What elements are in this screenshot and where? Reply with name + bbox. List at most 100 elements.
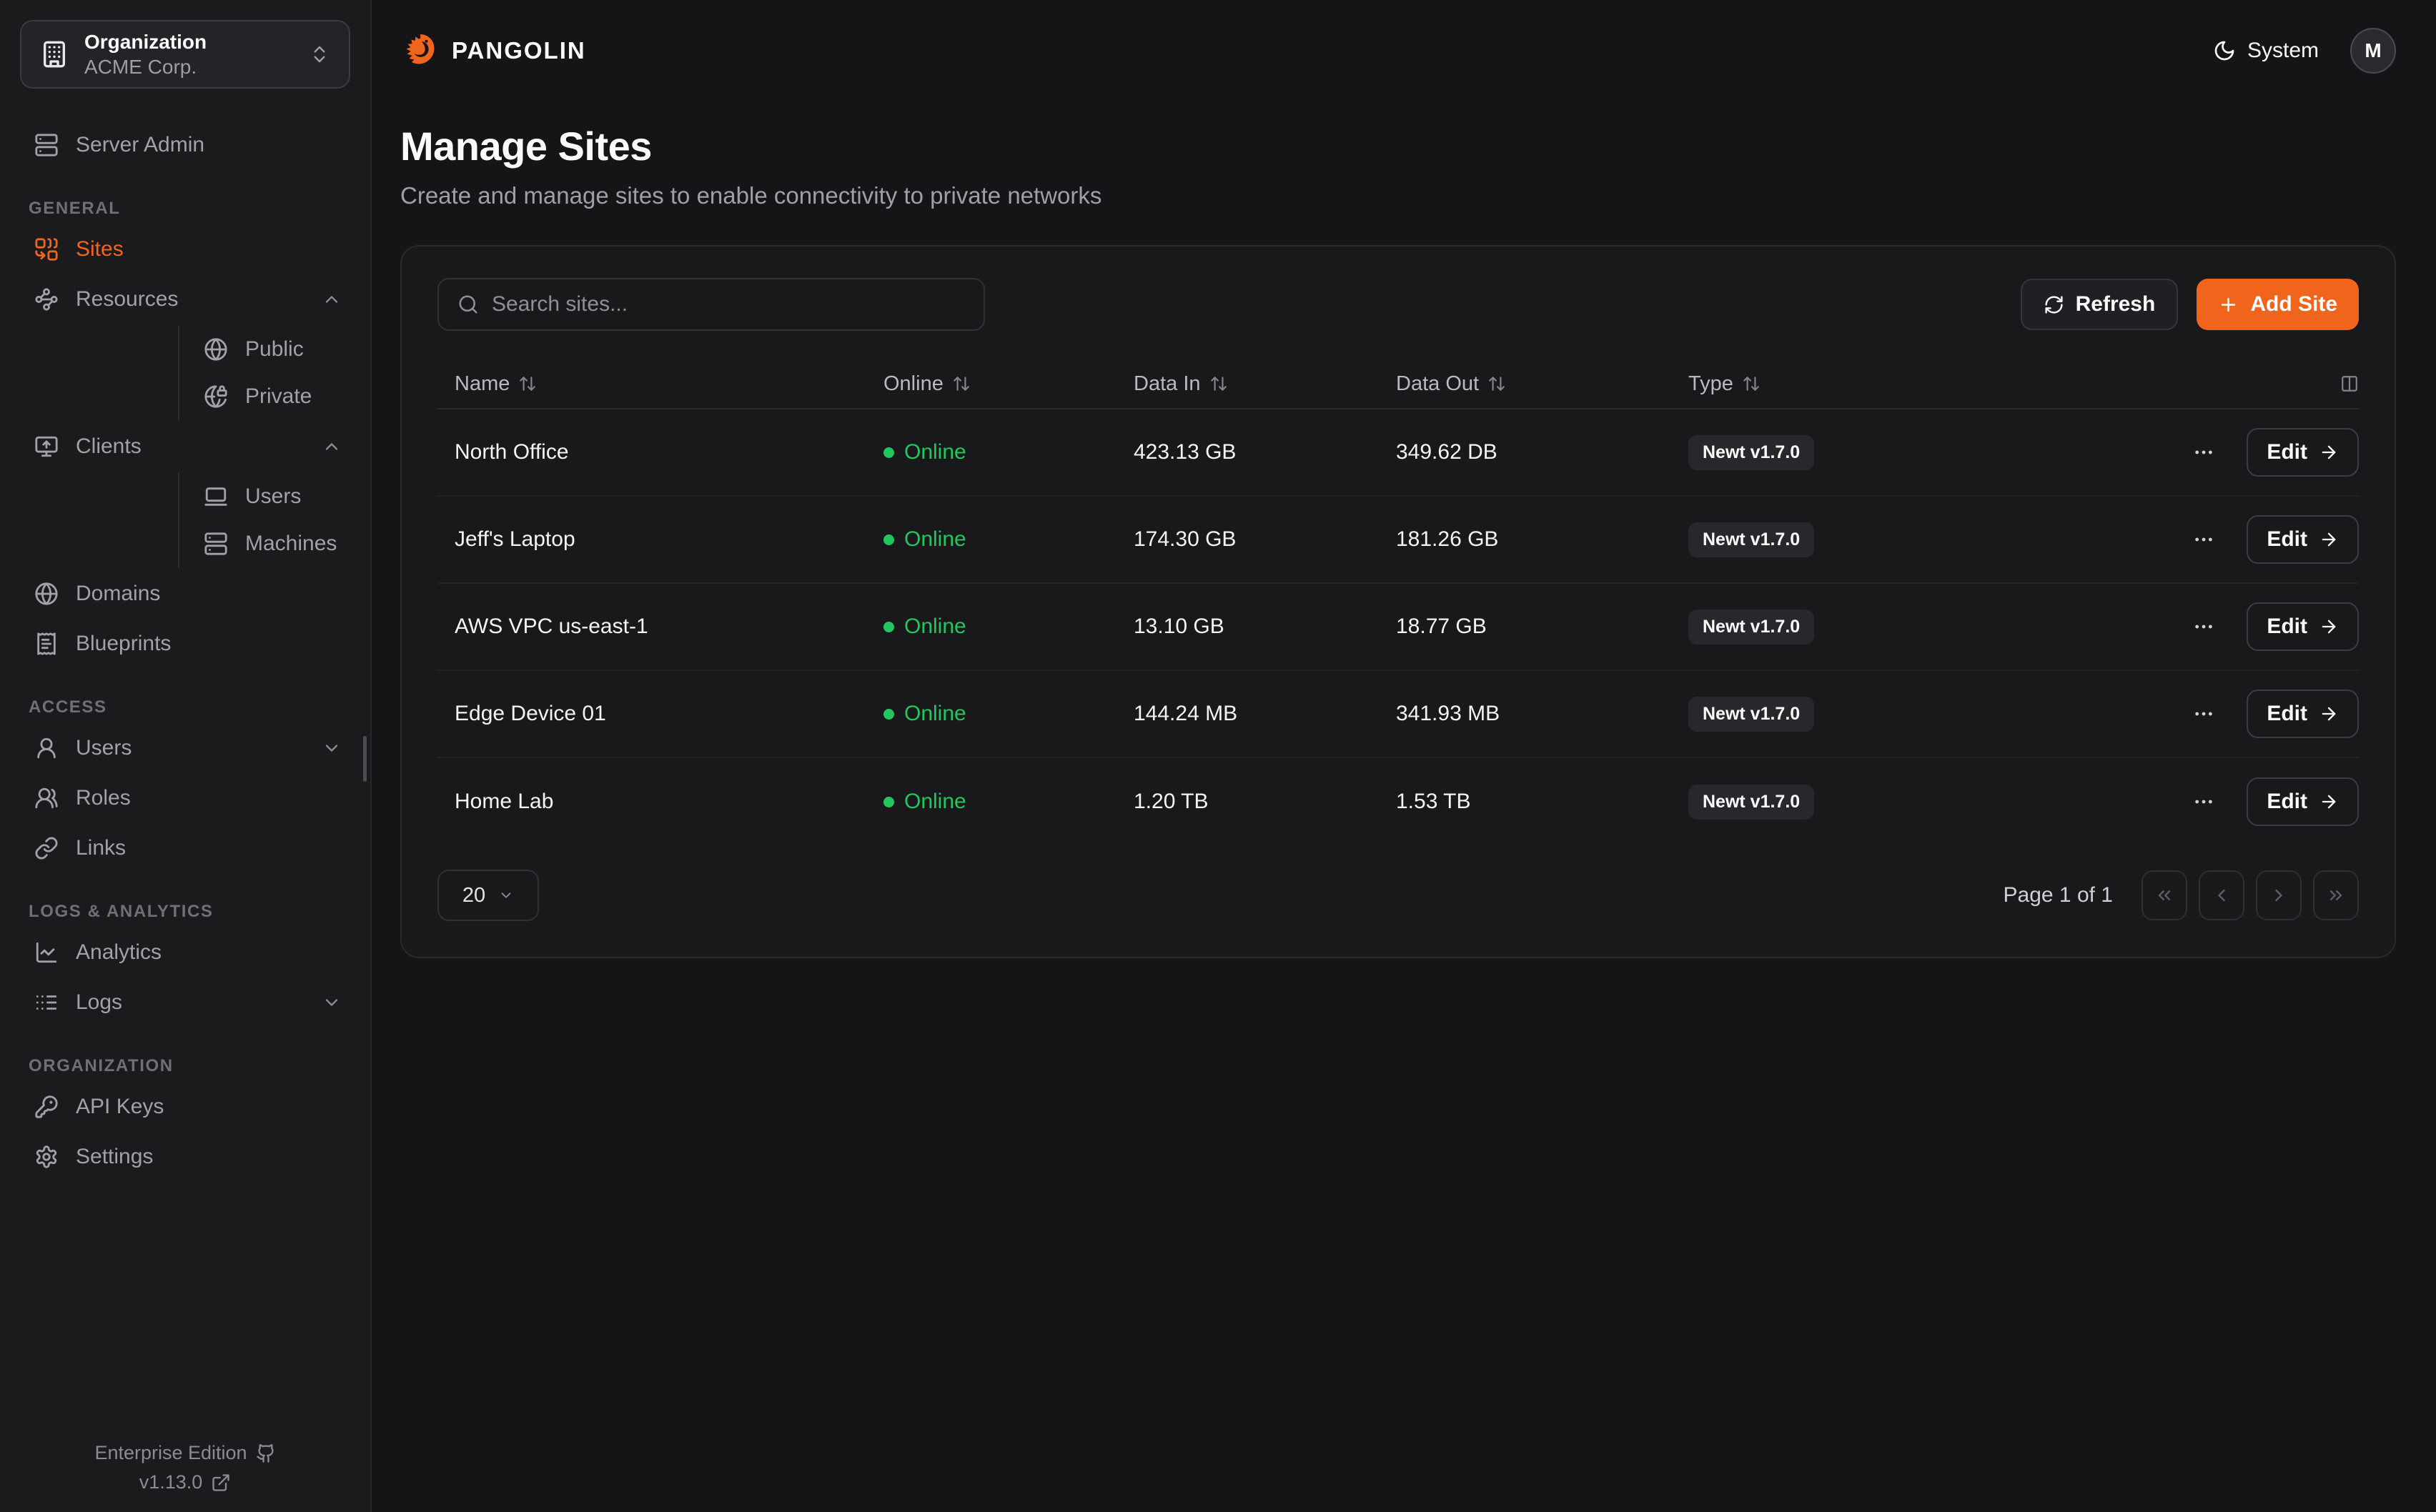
sidebar-item-server-admin[interactable]: Server Admin <box>11 121 359 169</box>
online-dot-icon <box>883 534 894 545</box>
columns-toggle-icon[interactable] <box>2340 374 2359 393</box>
sidebar-item-sites[interactable]: Sites <box>11 226 359 273</box>
arrow-right-icon <box>2319 529 2339 549</box>
plus-icon <box>2218 294 2239 315</box>
arrow-right-icon <box>2319 792 2339 812</box>
row-menu-icon[interactable] <box>2192 441 2215 464</box>
last-page-button[interactable] <box>2313 870 2359 920</box>
chevron-down-icon <box>498 887 514 903</box>
edit-button[interactable]: Edit <box>2247 602 2359 651</box>
arrow-right-icon <box>2319 617 2339 637</box>
sort-icon <box>1742 374 1761 393</box>
sidebar-item-private[interactable]: Private <box>179 373 370 420</box>
sidebar-item-api-keys[interactable]: API Keys <box>11 1083 359 1130</box>
sidebar-item-roles[interactable]: Roles <box>11 775 359 822</box>
org-selector[interactable]: Organization ACME Corp. <box>20 20 350 89</box>
sidebar-item-machines[interactable]: Machines <box>179 520 370 567</box>
row-menu-icon[interactable] <box>2192 790 2215 813</box>
row-menu-icon[interactable] <box>2192 528 2215 551</box>
sidebar: Organization ACME Corp. Server Admin GEN… <box>0 0 372 1512</box>
sidebar-item-blueprints[interactable]: Blueprints <box>11 620 359 667</box>
status-badge: Online <box>883 702 1134 726</box>
chevron-up-icon <box>322 437 342 457</box>
table-header-row: Name Online Data In <box>437 359 2359 409</box>
online-dot-icon <box>883 709 894 720</box>
type-badge: Newt v1.7.0 <box>1688 697 1814 732</box>
sidebar-item-domains[interactable]: Domains <box>11 570 359 617</box>
sidebar-item-logs[interactable]: Logs <box>11 979 359 1026</box>
sidebar-item-label: Server Admin <box>76 133 204 157</box>
sidebar-item-label: Private <box>245 384 312 409</box>
sidebar-item-label: Resources <box>76 287 178 312</box>
edit-button[interactable]: Edit <box>2247 515 2359 564</box>
search-input[interactable] <box>492 292 965 317</box>
chevrons-left-icon <box>2154 885 2174 905</box>
sidebar-item-label: Users <box>245 484 301 509</box>
main-content: PANGOLIN System M Manage Sites Create an… <box>372 0 2436 1512</box>
sidebar-scrollbar-thumb[interactable] <box>363 736 367 782</box>
sidebar-item-public[interactable]: Public <box>179 326 370 373</box>
sidebar-nav: Server Admin GENERAL Sites Resources <box>0 109 370 1180</box>
avatar[interactable]: M <box>2350 28 2396 74</box>
org-selector-value: ACME Corp. <box>84 54 293 79</box>
sidebar-item-settings[interactable]: Settings <box>11 1133 359 1180</box>
globe-icon <box>204 337 228 362</box>
sort-icon <box>1487 374 1506 393</box>
online-dot-icon <box>883 622 894 632</box>
edit-button[interactable]: Edit <box>2247 777 2359 826</box>
column-header-type[interactable]: Type <box>1688 372 2037 396</box>
sidebar-footer: Enterprise Edition v1.13.0 <box>0 1435 370 1493</box>
data-in-value: 174.30 GB <box>1134 527 1396 552</box>
data-in-value: 423.13 GB <box>1134 440 1396 464</box>
first-page-button[interactable] <box>2142 870 2187 920</box>
refresh-label: Refresh <box>2076 292 2156 317</box>
version-link[interactable]: v1.13.0 <box>0 1471 370 1493</box>
arrow-right-icon <box>2319 704 2339 724</box>
row-menu-icon[interactable] <box>2192 615 2215 638</box>
page-size-select[interactable]: 20 <box>437 870 539 921</box>
sidebar-item-analytics[interactable]: Analytics <box>11 929 359 976</box>
github-icon[interactable] <box>256 1443 276 1463</box>
status-badge: Online <box>883 615 1134 639</box>
data-out-value: 18.77 GB <box>1396 615 1688 639</box>
data-in-value: 144.24 MB <box>1134 702 1396 726</box>
laptop-icon <box>204 484 228 509</box>
column-header-data-out[interactable]: Data Out <box>1396 372 1688 396</box>
row-menu-icon[interactable] <box>2192 702 2215 725</box>
column-header-name[interactable]: Name <box>437 372 883 396</box>
globe-lock-icon <box>204 384 228 409</box>
globe-icon <box>34 582 59 606</box>
online-dot-icon <box>883 447 894 458</box>
server-icon <box>204 532 228 556</box>
chevrons-right-icon <box>2326 885 2346 905</box>
prev-page-button[interactable] <box>2199 870 2244 920</box>
edit-button[interactable]: Edit <box>2247 428 2359 477</box>
refresh-button[interactable]: Refresh <box>2021 279 2179 330</box>
column-header-data-in[interactable]: Data In <box>1134 372 1396 396</box>
theme-toggle[interactable]: System <box>2213 39 2319 63</box>
data-out-value: 349.62 DB <box>1396 440 1688 464</box>
pangolin-icon <box>400 31 439 70</box>
sidebar-item-label: Blueprints <box>76 632 171 656</box>
section-label-access: ACCESS <box>29 697 370 717</box>
edit-button[interactable]: Edit <box>2247 690 2359 738</box>
table-row: North Office Online 423.13 GB 349.62 DB … <box>437 409 2359 497</box>
sidebar-item-users[interactable]: Users <box>11 725 359 772</box>
chevrons-up-down-icon <box>309 44 330 65</box>
sort-icon <box>518 374 537 393</box>
sidebar-item-clients[interactable]: Clients <box>11 423 359 470</box>
data-out-value: 1.53 TB <box>1396 790 1688 814</box>
sidebar-item-links[interactable]: Links <box>11 825 359 872</box>
gear-icon <box>34 1145 59 1169</box>
add-site-button[interactable]: Add Site <box>2197 279 2359 330</box>
type-badge: Newt v1.7.0 <box>1688 522 1814 557</box>
sidebar-item-resources[interactable]: Resources <box>11 276 359 323</box>
site-name: AWS VPC us-east-1 <box>437 615 883 639</box>
column-header-online[interactable]: Online <box>883 372 1134 396</box>
sidebar-item-clients-users[interactable]: Users <box>179 473 370 520</box>
sites-table: Name Online Data In <box>437 359 2359 845</box>
users-icon <box>34 786 59 810</box>
next-page-button[interactable] <box>2256 870 2302 920</box>
clients-sub-list: Users Machines <box>178 473 370 567</box>
table-row: AWS VPC us-east-1 Online 13.10 GB 18.77 … <box>437 584 2359 671</box>
